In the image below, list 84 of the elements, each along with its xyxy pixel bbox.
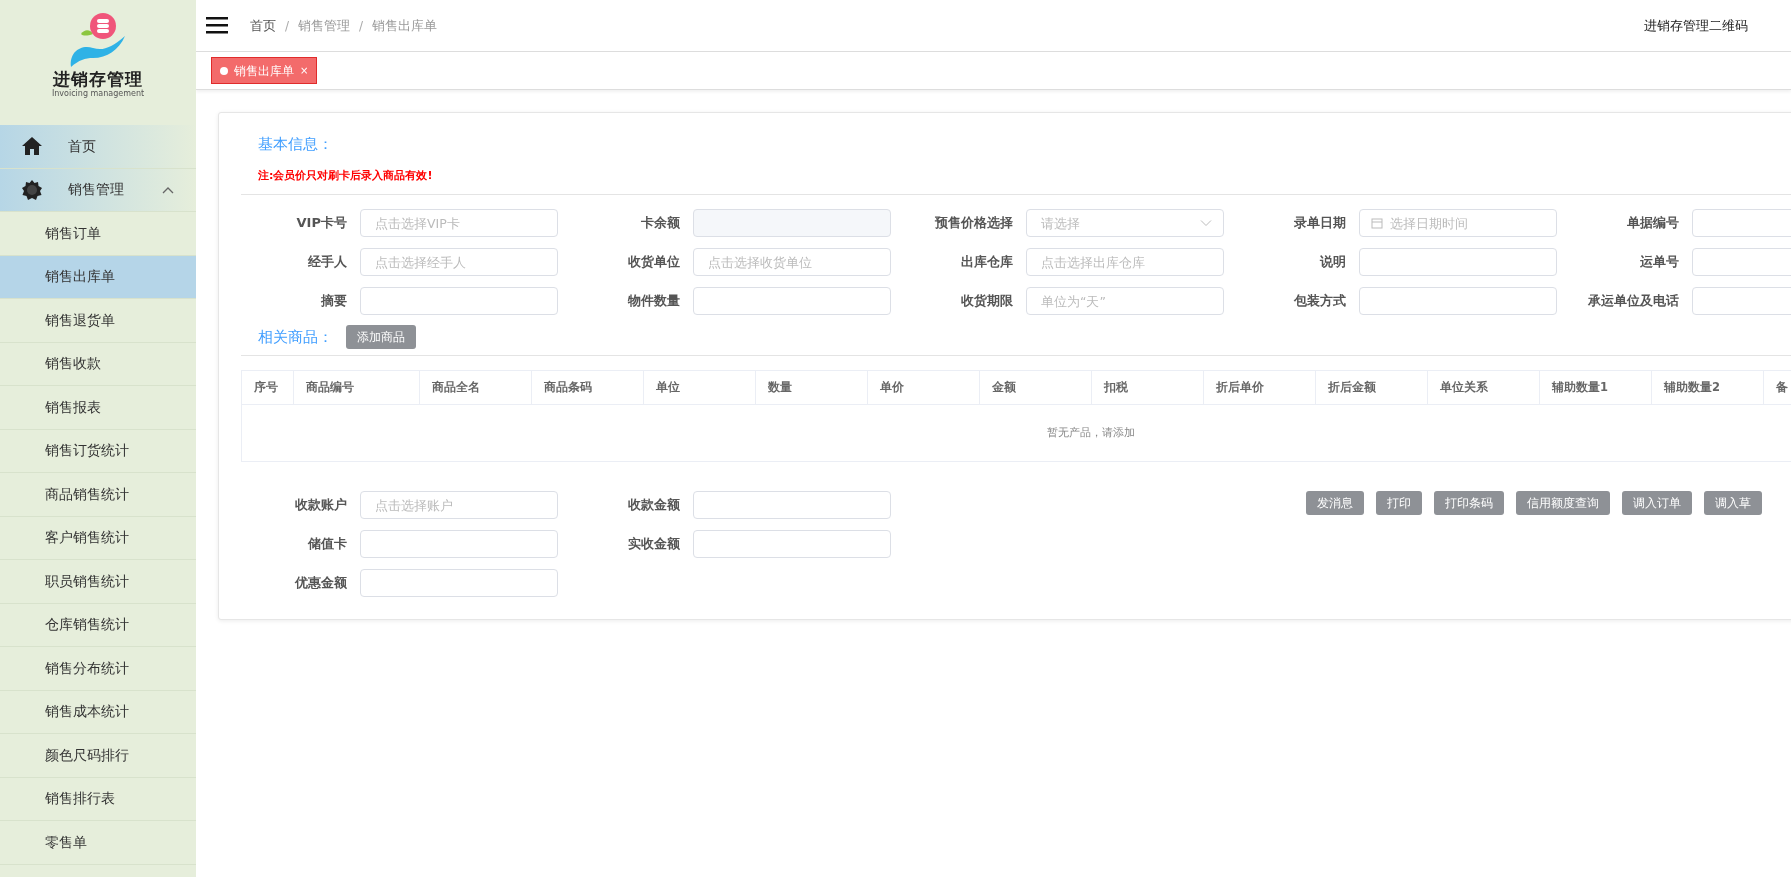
notice-text: 注:会员价只对刷卡后录入商品有效! xyxy=(241,167,1791,195)
field-label: 优惠金额 xyxy=(293,574,347,593)
sidebar-item[interactable]: 销售排行表 xyxy=(0,777,196,821)
input-field[interactable]: 点击选择收货单位 xyxy=(693,248,891,276)
field-label: 收货单位 xyxy=(627,253,680,272)
calendar-icon xyxy=(1371,217,1383,229)
input-field[interactable] xyxy=(693,287,891,315)
column-header: 折后单价 xyxy=(1204,371,1316,404)
logo-title: 进销存管理 xyxy=(53,70,143,89)
input-field[interactable]: 单位为“天” xyxy=(1026,287,1224,315)
header-link[interactable]: 进销存管理二维码 xyxy=(1644,15,1748,36)
column-header: 序号 xyxy=(242,371,294,404)
field-label: 收款金额 xyxy=(627,496,680,515)
column-header: 备 xyxy=(1764,371,1791,404)
field-label: 说明 xyxy=(1318,253,1346,272)
sidebar-item[interactable]: 销售报表 xyxy=(0,386,196,430)
input-field[interactable]: 点击选择账户 xyxy=(360,491,558,519)
field-label: 运单号 xyxy=(1639,253,1679,272)
column-header: 数量 xyxy=(756,371,868,404)
column-header: 折后金额 xyxy=(1316,371,1428,404)
breadcrumb-link[interactable]: 首页 xyxy=(250,15,276,36)
sidebar-item[interactable]: 客户销售统计 xyxy=(0,516,196,560)
input-field[interactable] xyxy=(1359,248,1557,276)
sidebar-item[interactable]: 仓库销售统计 xyxy=(0,603,196,647)
sidebar-item[interactable]: 颜色尺码排行 xyxy=(0,734,196,778)
input-field[interactable] xyxy=(360,569,558,597)
field-label: 收款账户 xyxy=(294,496,347,515)
sidebar-item[interactable]: 销售分布统计 xyxy=(0,647,196,691)
input-field[interactable] xyxy=(360,287,558,315)
input-field[interactable]: 点击选择VIP卡 xyxy=(360,209,558,237)
sidebar-item[interactable]: 销售成本统计 xyxy=(0,690,196,734)
field-label: 卡余额 xyxy=(640,214,680,233)
menu-icon[interactable] xyxy=(206,17,228,34)
column-header: 商品条码 xyxy=(532,371,644,404)
field-label: VIP卡号 xyxy=(295,214,347,233)
home-icon xyxy=(22,137,42,156)
section-title: 基本信息： xyxy=(257,134,334,155)
input-field[interactable] xyxy=(693,491,891,519)
dropdown-icon xyxy=(1200,219,1212,227)
sale-badge-icon xyxy=(22,179,42,200)
sidebar-item[interactable]: 销售订货统计 xyxy=(0,429,196,473)
input-field[interactable] xyxy=(1359,287,1557,315)
input-field[interactable] xyxy=(693,530,891,558)
field-label: 收货期限 xyxy=(960,292,1013,311)
field-label: 经手人 xyxy=(307,253,347,272)
field-label: 摘要 xyxy=(320,292,347,311)
sidebar-item[interactable]: 首页 xyxy=(0,125,196,169)
field-label: 出库仓库 xyxy=(960,253,1013,272)
column-header: 金额 xyxy=(980,371,1092,404)
column-header: 扣税 xyxy=(1092,371,1204,404)
sidebar-item[interactable]: 销售出库单 xyxy=(0,255,196,299)
input-field[interactable] xyxy=(360,530,558,558)
sidebar-item[interactable]: 销售订单 xyxy=(0,212,196,256)
field-label: 物件数量 xyxy=(627,292,680,311)
input-field[interactable]: 点击选择经手人 xyxy=(360,248,558,276)
field-label: 储值卡 xyxy=(306,535,347,554)
field-label: 包装方式 xyxy=(1293,292,1346,311)
sidebar-item[interactable]: 零售单 xyxy=(0,821,196,865)
field-label: 预售价格选择 xyxy=(934,214,1013,233)
empty-message: 暂无产品，请添加 xyxy=(1047,424,1135,441)
column-header: 辅助数量2 xyxy=(1652,371,1764,404)
column-header: 单位关系 xyxy=(1428,371,1540,404)
sidebar-item[interactable]: 销售收款 xyxy=(0,342,196,386)
logo-subtitle: Invoicing management xyxy=(51,88,145,99)
section-title: 相关商品： xyxy=(257,326,333,348)
breadcrumb-separator: / xyxy=(359,17,364,35)
column-header: 单价 xyxy=(868,371,980,404)
field-label: 录单日期 xyxy=(1293,214,1346,233)
input-field[interactable]: 点击选择出库仓库 xyxy=(1026,248,1224,276)
dot-icon xyxy=(220,66,228,75)
sidebar-item[interactable]: 销售退货单 xyxy=(0,299,196,343)
sidebar-item[interactable]: 商品销售统计 xyxy=(0,473,196,517)
column-header: 商品编号 xyxy=(294,371,420,404)
sidebar-item[interactable]: 职员销售统计 xyxy=(0,560,196,604)
field-label: 承运单位及电话 xyxy=(1587,292,1679,311)
breadcrumb-separator: / xyxy=(285,17,290,35)
column-header: 辅助数量1 xyxy=(1540,371,1652,404)
date-field[interactable]: 选择日期时间 xyxy=(1359,209,1557,237)
field-label: 实收金额 xyxy=(627,535,680,554)
field-label: 单据编号 xyxy=(1626,214,1679,233)
column-header: 单位 xyxy=(644,371,756,404)
select-field[interactable]: 请选择 xyxy=(1026,209,1224,237)
sidebar-item[interactable]: 销售管理 xyxy=(0,168,196,212)
column-header: 商品全名 xyxy=(420,371,532,404)
